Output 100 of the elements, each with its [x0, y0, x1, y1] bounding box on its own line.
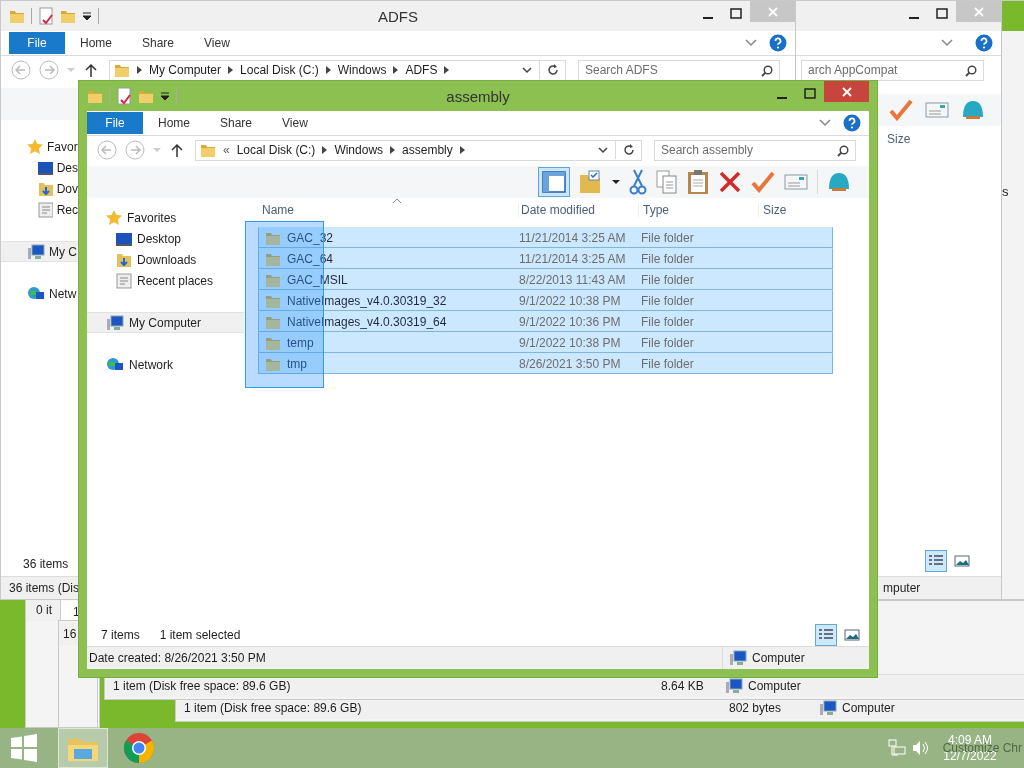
- column-header[interactable]: Size: [887, 132, 911, 146]
- nav-item[interactable]: Dov: [1, 178, 78, 199]
- nav-item[interactable]: Desktop: [87, 228, 244, 249]
- computer-icon: [725, 678, 743, 694]
- search-field[interactable]: arch AppCompat: [801, 59, 984, 81]
- computer-icon: [106, 314, 124, 331]
- up-arrow-icon[interactable]: [171, 143, 183, 157]
- details-view-button[interactable]: [815, 623, 837, 646]
- column-header[interactable]: Type: [638, 203, 758, 217]
- card-icon[interactable]: [925, 102, 949, 118]
- clipboard-icon[interactable]: [687, 169, 709, 195]
- monitor-icon: [116, 231, 132, 246]
- breadcrumb-arrow-icon[interactable]: [393, 66, 399, 74]
- layout-button[interactable]: [538, 167, 570, 197]
- breadcrumb[interactable]: My Computer: [149, 63, 222, 77]
- nav-item[interactable]: Downloads: [87, 249, 244, 270]
- download-folder-icon: [116, 251, 132, 268]
- date-cell-text: 11/21/2014 3:25 AM: [519, 230, 627, 245]
- breadcrumb[interactable]: Local Disk (C:): [236, 143, 316, 157]
- card-icon[interactable]: [784, 174, 808, 190]
- scissors-icon[interactable]: [629, 169, 647, 195]
- window-title: assembly: [446, 87, 510, 105]
- column-header[interactable]: Size: [758, 203, 838, 217]
- nav-item[interactable]: Favor: [1, 136, 78, 157]
- type-cell-text: File folder: [640, 293, 695, 308]
- properties-icon[interactable]: [116, 87, 132, 105]
- recent-places-icon: [38, 201, 53, 218]
- folder-icon: [200, 142, 216, 158]
- file-row[interactable]: tmp 8/26/2021 3:50 PM File folder: [258, 353, 833, 374]
- star-icon: [27, 138, 43, 155]
- breadcrumb-arrow-icon[interactable]: [228, 66, 234, 74]
- close-button[interactable]: [824, 81, 869, 102]
- close-icon: [840, 85, 853, 98]
- list-icon: [818, 627, 834, 642]
- shell-icon[interactable]: [961, 99, 985, 121]
- ribbon-tab[interactable]: Home: [143, 112, 205, 134]
- breadcrumb-overflow[interactable]: «: [223, 143, 230, 157]
- breadcrumb-arrow-icon[interactable]: [390, 146, 396, 154]
- help-icon[interactable]: [975, 34, 993, 52]
- item-count: 36 items: [23, 557, 69, 571]
- status-text: 1 item (Disk free space: 89.6 GB): [184, 701, 362, 715]
- start-button[interactable]: [10, 734, 38, 762]
- computer-icon: [27, 243, 45, 260]
- nav-item[interactable]: My C: [1, 241, 78, 262]
- help-icon[interactable]: [843, 114, 861, 132]
- search-field[interactable]: Search ADFS: [578, 59, 780, 81]
- type-cell-text: File folder: [640, 335, 695, 350]
- ribbon-tab[interactable]: Share: [205, 112, 268, 134]
- nav-item[interactable]: Netw: [1, 283, 78, 304]
- speaker-icon[interactable]: [912, 740, 928, 756]
- folder-check-icon[interactable]: [579, 170, 603, 194]
- breadcrumb-arrow-icon[interactable]: [325, 66, 331, 74]
- up-arrow-icon[interactable]: [85, 63, 97, 77]
- item-count: 7 items: [101, 627, 140, 642]
- breadcrumb-arrow-icon[interactable]: [137, 66, 142, 74]
- column-header[interactable]: Name: [258, 203, 518, 217]
- status-text: s: [1002, 184, 1009, 199]
- address-bar[interactable]: « Local Disk (C:) Windows assembly: [195, 139, 642, 161]
- breadcrumb[interactable]: Windows: [334, 143, 384, 157]
- chevron-down-icon[interactable]: [598, 146, 608, 154]
- zone-text: Computer: [752, 651, 805, 665]
- file-tab[interactable]: File: [87, 112, 143, 134]
- nav-item[interactable]: Rec: [1, 199, 78, 220]
- search-field[interactable]: Search assembly: [654, 139, 856, 161]
- help-icon[interactable]: [769, 34, 787, 52]
- checkmark-icon[interactable]: [889, 99, 913, 121]
- breadcrumb-arrow-icon[interactable]: [459, 146, 465, 154]
- ribbon-tab[interactable]: Share: [127, 32, 190, 54]
- caret-icon[interactable]: [82, 10, 92, 22]
- ribbon-tab[interactable]: View: [267, 112, 323, 134]
- file-tab[interactable]: File: [9, 32, 65, 54]
- nav-item[interactable]: Network: [87, 354, 244, 375]
- refresh-icon[interactable]: [547, 64, 559, 76]
- details-view-button[interactable]: [925, 550, 947, 572]
- breadcrumb[interactable]: ADFS: [405, 63, 438, 77]
- breadcrumb-arrow-icon[interactable]: [444, 66, 450, 74]
- checkmark-icon[interactable]: [751, 171, 775, 193]
- caret-icon[interactable]: [612, 179, 620, 185]
- file-name: tmp: [287, 356, 307, 371]
- breadcrumb[interactable]: Windows: [337, 63, 387, 77]
- nav-item[interactable]: Favorites: [87, 207, 244, 228]
- nav-item[interactable]: Des: [1, 157, 78, 178]
- delete-icon[interactable]: [718, 170, 742, 194]
- date-cell-text: 11/21/2014 3:25 AM: [519, 251, 627, 266]
- nav-item[interactable]: My Computer: [87, 312, 244, 333]
- column-header[interactable]: Date modified: [518, 203, 638, 217]
- chevron-down-icon[interactable]: [522, 66, 532, 74]
- minimize-icon: [777, 96, 787, 99]
- refresh-icon[interactable]: [623, 144, 635, 156]
- file-row[interactable]: temp 9/1/2022 10:38 PM File folder: [258, 332, 833, 353]
- zone-text: Computer: [748, 679, 801, 693]
- nav-item[interactable]: Recent places: [87, 270, 244, 291]
- ribbon-tab[interactable]: View: [189, 32, 245, 54]
- breadcrumb[interactable]: Local Disk (C:): [240, 63, 319, 77]
- breadcrumb[interactable]: assembly: [402, 143, 453, 157]
- properties-icon[interactable]: [38, 7, 54, 25]
- caret-icon[interactable]: [160, 90, 170, 102]
- ribbon-tab[interactable]: Home: [65, 32, 127, 54]
- shell-icon[interactable]: [827, 171, 851, 193]
- breadcrumb-arrow-icon[interactable]: [322, 146, 328, 154]
